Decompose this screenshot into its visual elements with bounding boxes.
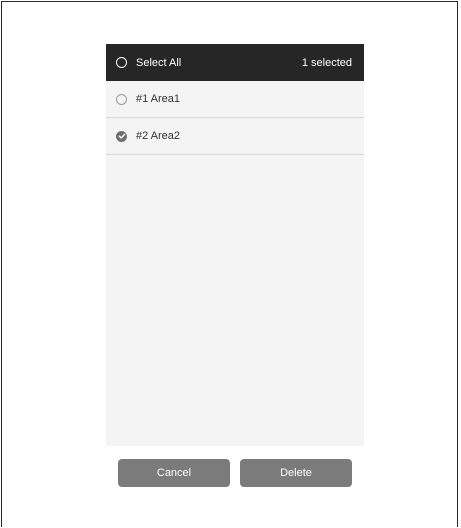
list-item-label: #1 Area1 [136,93,181,105]
list-item-area1[interactable]: #1 Area1 [106,81,364,118]
cancel-button[interactable]: Cancel [118,459,230,487]
selection-header: Select All 1 selected [106,44,364,81]
checked-radio-icon[interactable] [116,130,127,142]
delete-button[interactable]: Delete [240,459,352,487]
unchecked-radio-icon[interactable] [116,93,127,105]
select-all-radio-icon[interactable] [116,57,127,68]
area-list: #1 Area1 #2 Area2 [106,81,364,155]
list-item-label: #2 Area2 [136,130,181,142]
selected-count: 1 selected [301,56,352,69]
list-item-area2[interactable]: #2 Area2 [106,118,364,155]
action-footer: Cancel Delete [106,446,364,500]
select-all-label[interactable]: Select All [136,57,181,69]
phone-screen: Select All 1 selected #1 Area1 #2 Area2 … [106,44,364,500]
